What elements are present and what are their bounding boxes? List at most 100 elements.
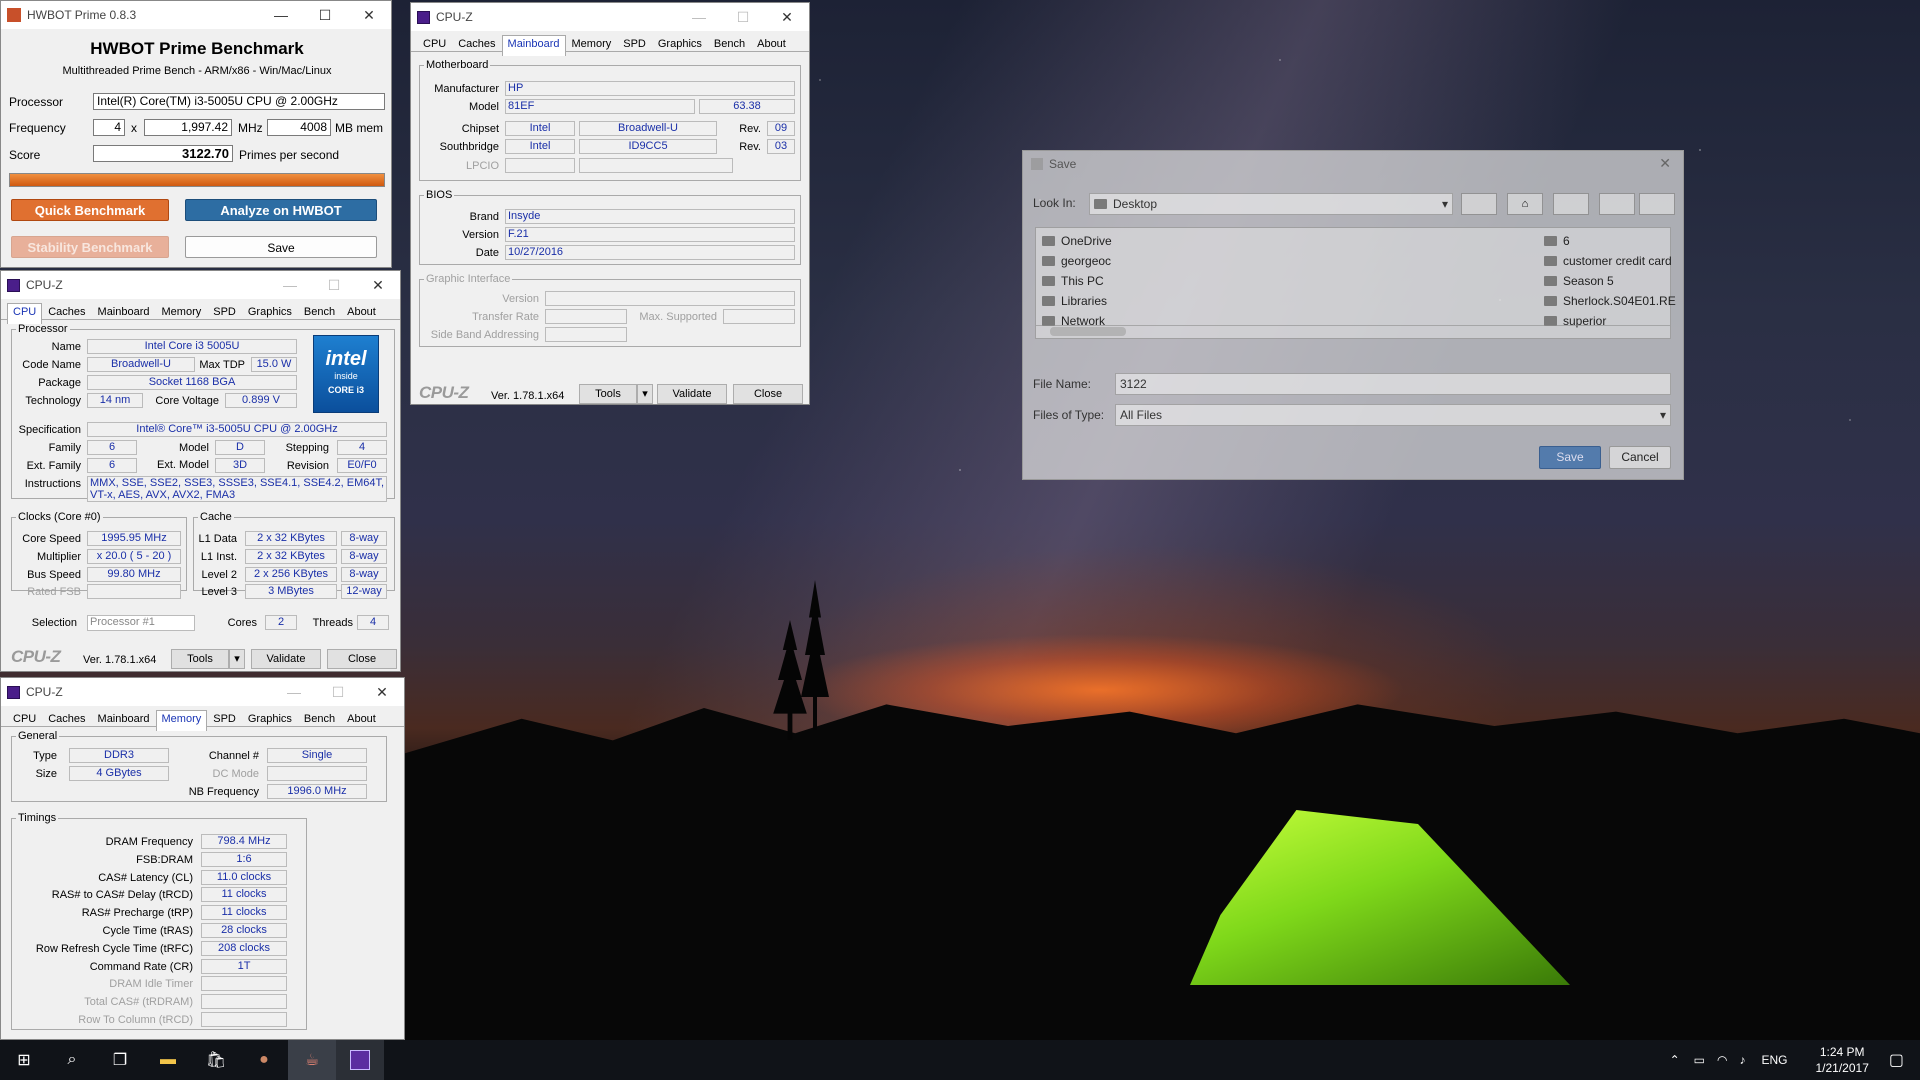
cpuz-taskbar-icon[interactable] — [336, 1040, 384, 1080]
list-item[interactable]: Sherlock.S04E01.RE — [1544, 294, 1676, 308]
tools-button[interactable]: Tools — [579, 384, 637, 404]
wifi-icon[interactable]: ◠ — [1717, 1053, 1727, 1067]
lookin-select[interactable]: Desktop ▾ — [1089, 193, 1453, 215]
threads-value: 4 — [357, 615, 389, 630]
minimize-button[interactable]: — — [272, 678, 316, 706]
close-button[interactable]: ✕ — [360, 678, 404, 706]
chipset-vendor-value: Intel — [505, 121, 575, 136]
language-indicator[interactable]: ENG — [1761, 1053, 1787, 1067]
cpuz-titlebar[interactable]: CPU-Z — ☐ ✕ — [1, 678, 404, 706]
validate-button[interactable]: Validate — [251, 649, 321, 669]
list-item[interactable]: customer credit card — [1544, 254, 1672, 268]
list-item[interactable]: This PC — [1042, 274, 1104, 288]
chevron-up-icon[interactable]: ⌃ — [1670, 1053, 1680, 1067]
tab-memory[interactable]: Memory — [155, 710, 208, 731]
tools-button[interactable]: Tools — [171, 649, 229, 669]
processor-select[interactable]: Processor #1 — [87, 615, 195, 631]
tab-bench[interactable]: Bench — [708, 35, 751, 55]
close-button[interactable]: ✕ — [765, 3, 809, 31]
validate-button[interactable]: Validate — [657, 384, 727, 404]
quick-benchmark-button[interactable]: Quick Benchmark — [11, 199, 169, 221]
tab-about[interactable]: About — [751, 35, 792, 55]
tab-graphics[interactable]: Graphics — [242, 303, 298, 323]
tab-mainboard[interactable]: Mainboard — [92, 303, 156, 323]
maximize-button[interactable]: ☐ — [721, 3, 765, 31]
list-item[interactable]: 6 — [1544, 234, 1570, 248]
tools-dropdown-arrow[interactable]: ▾ — [229, 649, 245, 669]
horizontal-scrollbar[interactable] — [1036, 325, 1670, 338]
tab-bench[interactable]: Bench — [298, 710, 341, 730]
clock[interactable]: 1:24 PM 1/21/2017 — [1815, 1044, 1868, 1076]
tab-caches[interactable]: Caches — [42, 710, 91, 730]
tab-cpu[interactable]: CPU — [7, 710, 42, 730]
graphic-interface-legend: Graphic Interface — [426, 273, 511, 285]
tab-spd[interactable]: SPD — [617, 35, 652, 55]
maximize-button[interactable]: ☐ — [312, 271, 356, 299]
corevoltage-label: Core Voltage — [155, 395, 219, 407]
home-button[interactable]: ⌂ — [1507, 193, 1543, 215]
filetype-select[interactable]: All Files ▾ — [1115, 404, 1671, 426]
tab-about[interactable]: About — [341, 303, 382, 323]
cancel-button[interactable]: Cancel — [1609, 446, 1671, 469]
tools-dropdown-arrow[interactable]: ▾ — [637, 384, 653, 404]
timing-label: RAS# Precharge (tRP) — [81, 907, 193, 920]
tab-mainboard[interactable]: Mainboard — [501, 35, 566, 56]
cpuz-titlebar[interactable]: CPU-Z — ☐ ✕ — [411, 3, 809, 31]
tab-memory[interactable]: Memory — [566, 35, 618, 55]
maximize-button[interactable]: ☐ — [316, 678, 360, 706]
list-item[interactable]: Season 5 — [1544, 274, 1614, 288]
tab-spd[interactable]: SPD — [207, 303, 242, 323]
volume-icon[interactable]: ♪ — [1739, 1053, 1745, 1067]
file-explorer-icon[interactable]: ▬ — [144, 1040, 192, 1080]
maximize-button[interactable]: ☐ — [303, 1, 347, 29]
tab-cpu[interactable]: CPU — [417, 35, 452, 55]
bios-legend: BIOS — [426, 189, 453, 201]
windows-start-icon[interactable]: ⊞ — [0, 1040, 48, 1080]
list-item[interactable]: OneDrive — [1042, 234, 1112, 248]
tab-about[interactable]: About — [341, 710, 382, 730]
tab-bench[interactable]: Bench — [298, 303, 341, 323]
scrollbar-thumb[interactable] — [1050, 327, 1126, 336]
tab-spd[interactable]: SPD — [207, 710, 242, 730]
new-folder-button[interactable] — [1553, 193, 1589, 215]
hwinfo-icon[interactable]: ● — [240, 1040, 288, 1080]
minimize-button[interactable]: — — [677, 3, 721, 31]
type-value: DDR3 — [69, 748, 169, 763]
battery-icon[interactable]: ▭ — [1694, 1053, 1705, 1067]
list-view-button[interactable] — [1599, 193, 1635, 215]
tab-cpu[interactable]: CPU — [7, 303, 43, 324]
task-view-icon[interactable]: ❐ — [96, 1040, 144, 1080]
threads-field[interactable]: 4 — [93, 119, 125, 136]
list-item[interactable]: georgeoc — [1042, 254, 1111, 268]
minimize-button[interactable]: — — [268, 271, 312, 299]
stability-benchmark-button[interactable]: Stability Benchmark — [11, 236, 169, 258]
hwbot-titlebar[interactable]: HWBOT Prime 0.8.3 — ☐ ✕ — [1, 1, 391, 29]
close-button[interactable]: Close — [327, 649, 397, 669]
close-button[interactable]: Close — [733, 384, 803, 404]
analyze-on-hwbot-button[interactable]: Analyze on HWBOT — [185, 199, 377, 221]
tab-mainboard[interactable]: Mainboard — [92, 710, 156, 730]
java-app-icon — [1031, 158, 1043, 170]
tab-graphics[interactable]: Graphics — [242, 710, 298, 730]
type-label: Type — [33, 750, 57, 762]
close-button[interactable]: ✕ — [356, 271, 400, 299]
java-app-icon[interactable]: ☕ — [288, 1040, 336, 1080]
tab-caches[interactable]: Caches — [42, 303, 91, 323]
tab-caches[interactable]: Caches — [452, 35, 501, 55]
minimize-button[interactable]: — — [259, 1, 303, 29]
tab-graphics[interactable]: Graphics — [652, 35, 708, 55]
up-one-level-button[interactable] — [1461, 193, 1497, 215]
details-view-button[interactable] — [1639, 193, 1675, 215]
family-label: Family — [48, 442, 81, 454]
save-button[interactable]: Save — [1539, 446, 1601, 469]
filename-input[interactable]: 3122 — [1115, 373, 1671, 395]
save-button[interactable]: Save — [185, 236, 377, 258]
action-center-icon[interactable]: ▢ — [1889, 1050, 1904, 1070]
store-icon[interactable]: 🛍 — [192, 1040, 240, 1080]
list-item[interactable]: Libraries — [1042, 294, 1107, 308]
close-button[interactable]: ✕ — [347, 1, 391, 29]
close-icon[interactable]: ✕ — [1659, 155, 1671, 172]
search-icon[interactable]: ⌕ — [48, 1040, 96, 1080]
tab-memory[interactable]: Memory — [156, 303, 208, 323]
cpuz-titlebar[interactable]: CPU-Z — ☐ ✕ — [1, 271, 400, 299]
